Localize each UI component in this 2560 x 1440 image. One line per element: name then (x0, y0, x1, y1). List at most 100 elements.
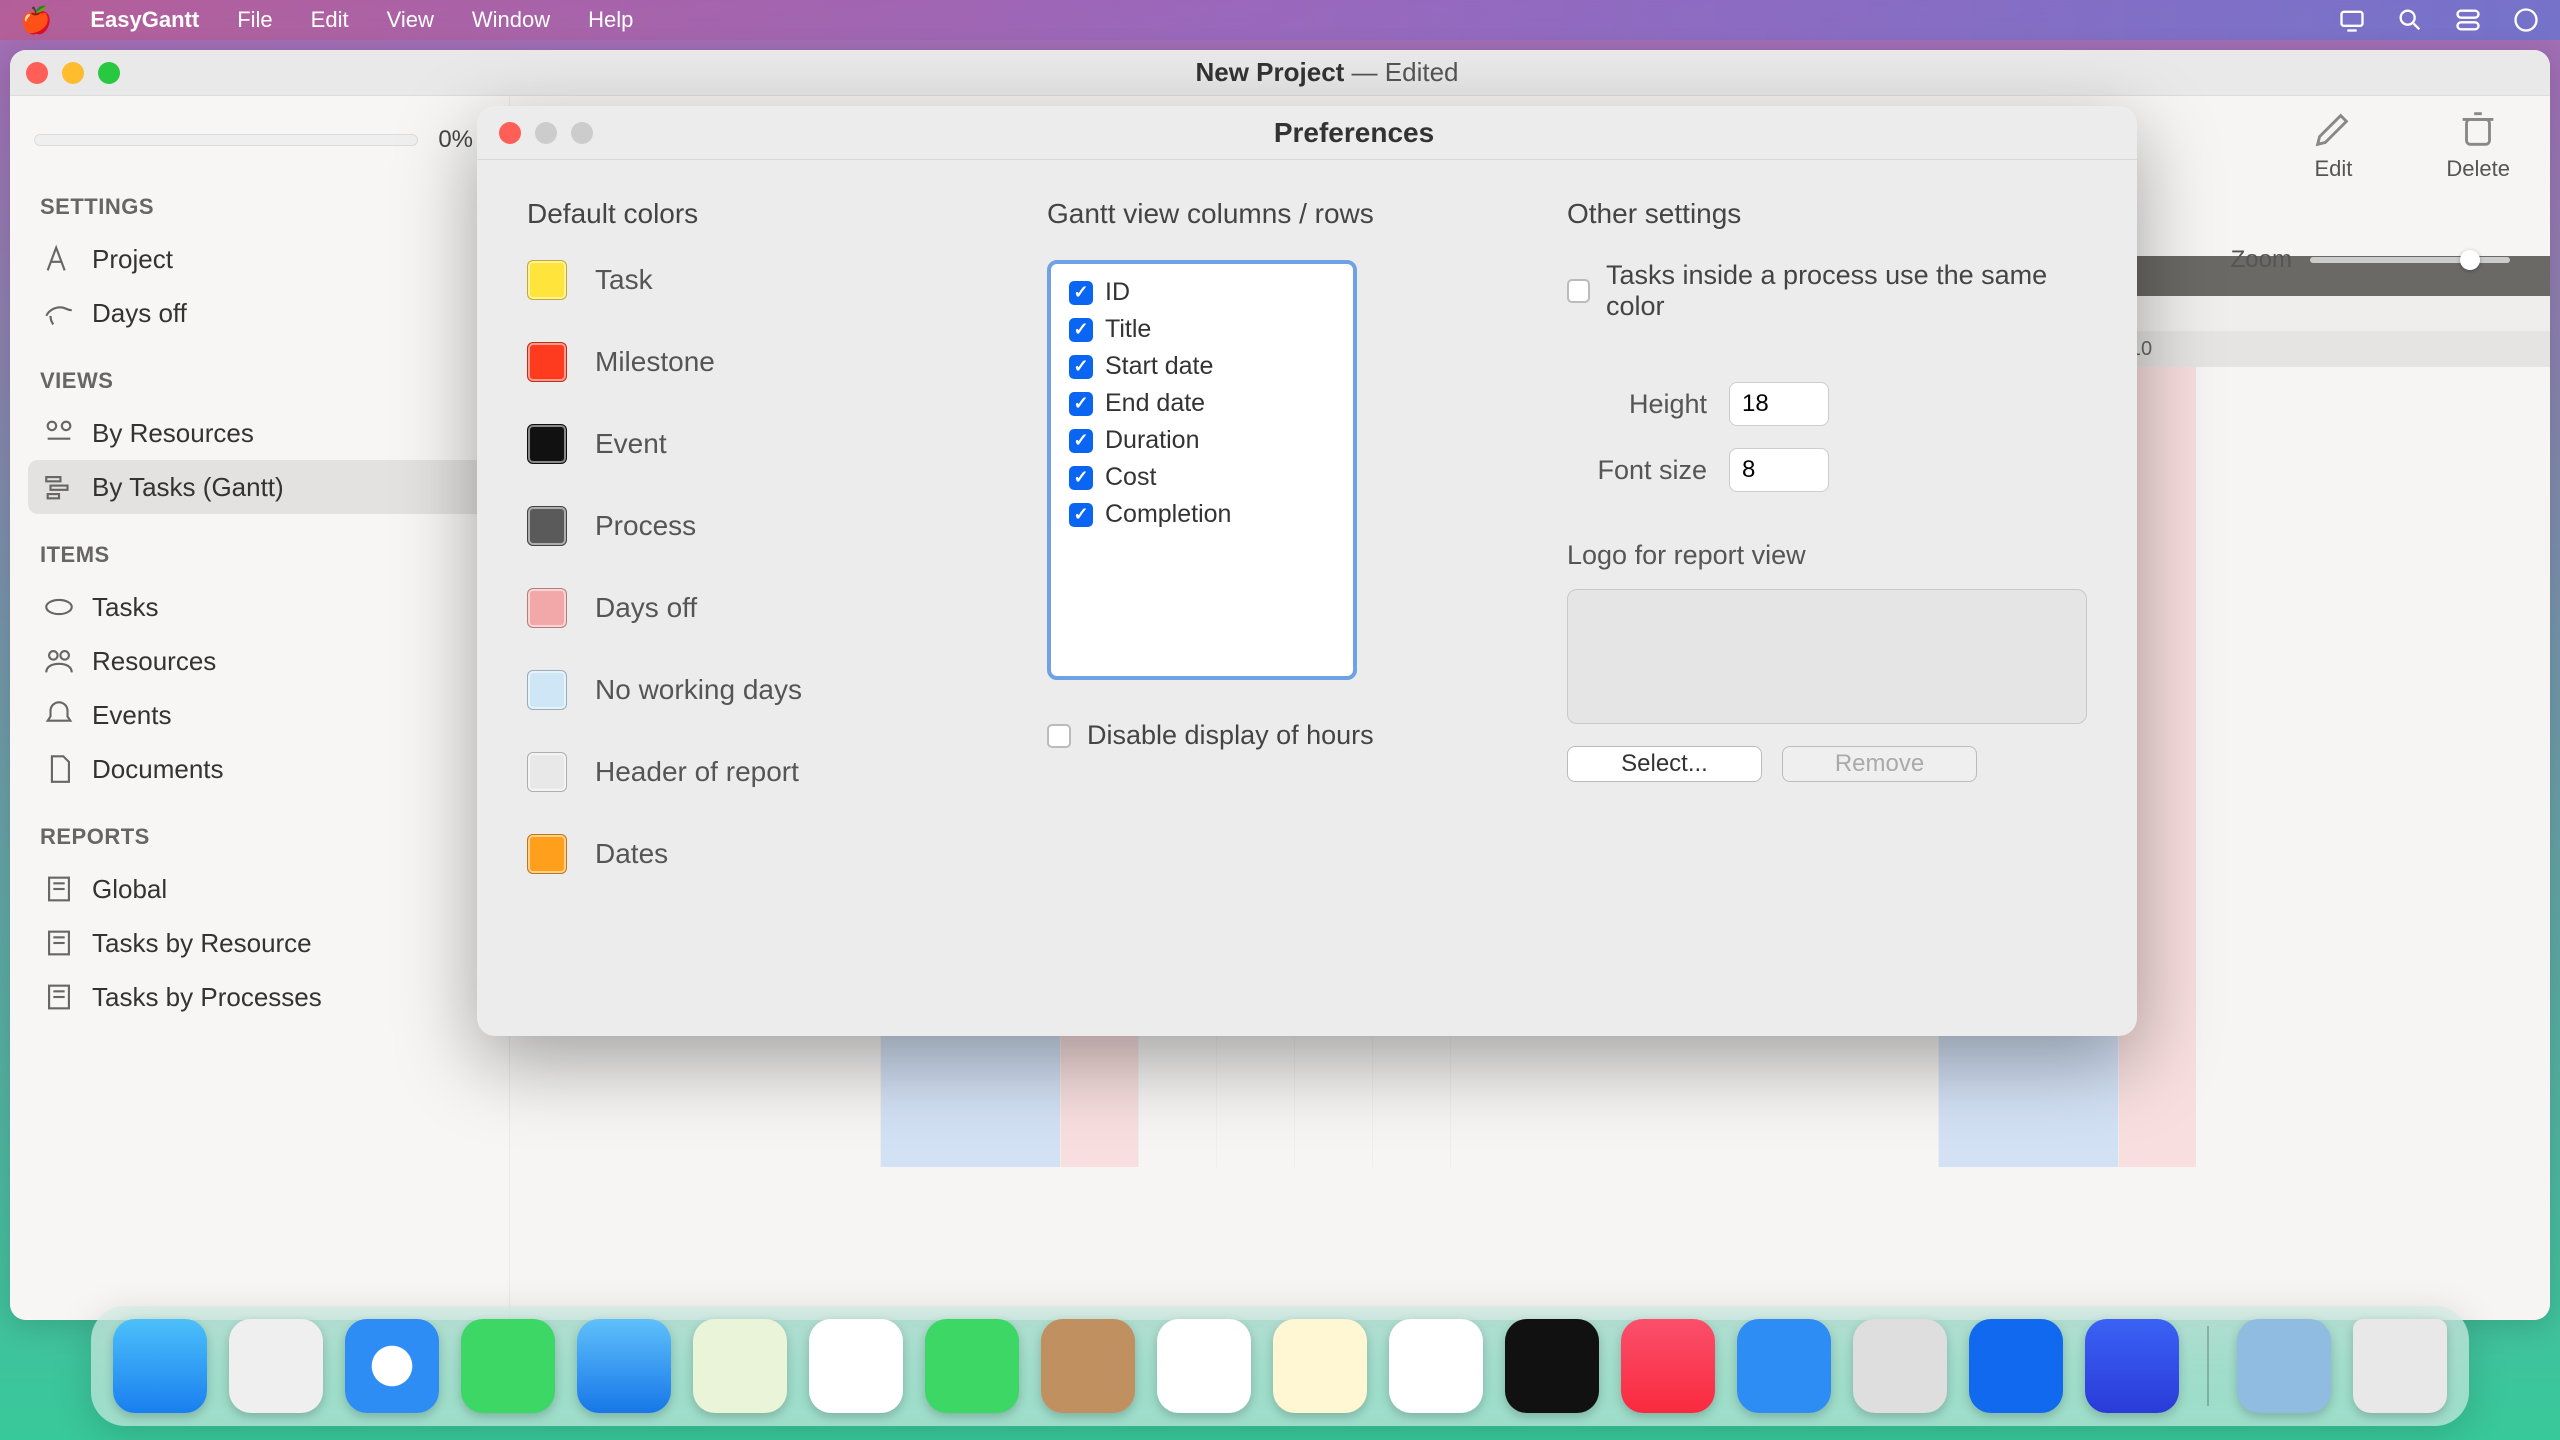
dock-reminders[interactable] (1157, 1319, 1251, 1413)
sidebar-item-label: Project (92, 244, 173, 275)
spotlight-icon[interactable] (2396, 6, 2424, 34)
sidebar-item-tasks-by-resource[interactable]: Tasks by Resource (28, 916, 491, 970)
checkbox-label: Disable display of hours (1087, 720, 1374, 751)
menu-view[interactable]: View (387, 7, 434, 33)
sidebar: 0% SETTINGS Project Days off VIEWS By Re… (10, 96, 510, 1320)
sidebar-item-tasks[interactable]: Tasks (28, 580, 491, 634)
prefs-close-button[interactable] (499, 122, 521, 144)
checkbox-completion[interactable]: ✓ (1069, 503, 1093, 527)
dock-freeform[interactable] (1389, 1319, 1483, 1413)
sidebar-item-label: Tasks by Resource (92, 928, 312, 959)
color-swatch-task[interactable] (527, 260, 567, 300)
progress-percent: 0% (438, 126, 473, 154)
color-label: Header of report (595, 756, 799, 788)
dock-separator (2207, 1326, 2209, 1406)
menu-edit[interactable]: Edit (311, 7, 349, 33)
sidebar-item-project[interactable]: Project (28, 232, 491, 286)
height-input[interactable]: 18 (1729, 382, 1829, 426)
dock-notes[interactable] (1273, 1319, 1367, 1413)
siri-icon[interactable] (2512, 6, 2540, 34)
sidebar-item-label: Resources (92, 646, 216, 677)
report-icon (42, 980, 76, 1014)
dock-photos[interactable] (809, 1319, 903, 1413)
checkbox-cost[interactable]: ✓ (1069, 466, 1093, 490)
color-swatch-process[interactable] (527, 506, 567, 546)
sidebar-item-days-off[interactable]: Days off (28, 286, 491, 340)
window-close-button[interactable] (26, 62, 48, 84)
checkbox-duration[interactable]: ✓ (1069, 429, 1093, 453)
checkbox-end-date[interactable]: ✓ (1069, 392, 1093, 416)
sidebar-item-global[interactable]: Global (28, 862, 491, 916)
checkbox-tasks-same-color[interactable] (1567, 279, 1590, 303)
logo-label: Logo for report view (1567, 540, 2087, 571)
dock-finder[interactable] (113, 1319, 207, 1413)
dock-mail[interactable] (577, 1319, 671, 1413)
sidebar-item-resources[interactable]: Resources (28, 634, 491, 688)
edit-button[interactable]: Edit (2310, 106, 2356, 182)
color-swatch-dates[interactable] (527, 834, 567, 874)
dock-easygantt[interactable] (2085, 1319, 2179, 1413)
dock-settings[interactable] (1853, 1319, 1947, 1413)
sidebar-heading-views: VIEWS (40, 368, 491, 394)
zoom-slider[interactable] (2310, 257, 2510, 263)
sidebar-item-label: Days off (92, 298, 187, 329)
dock-appstore[interactable] (1737, 1319, 1831, 1413)
checkbox-start-date[interactable]: ✓ (1069, 355, 1093, 379)
sidebar-item-tasks-by-processes[interactable]: Tasks by Processes (28, 970, 491, 1024)
color-swatch-no-working-days[interactable] (527, 670, 567, 710)
sidebar-item-label: Tasks by Processes (92, 982, 322, 1013)
color-swatch-days-off[interactable] (527, 588, 567, 628)
apple-menu-icon[interactable]: 🍎 (20, 5, 52, 36)
dock (91, 1306, 2469, 1426)
tasks-icon (42, 590, 76, 624)
gantt-columns-title: Gantt view columns / rows (1047, 198, 1507, 230)
window-zoom-button[interactable] (98, 62, 120, 84)
window-minimize-button[interactable] (62, 62, 84, 84)
fontsize-input[interactable]: 8 (1729, 448, 1829, 492)
sidebar-item-label: By Tasks (Gantt) (92, 472, 284, 503)
checkbox-label: Start date (1105, 352, 1213, 381)
checkbox-disable-hours[interactable] (1047, 724, 1071, 748)
dock-trash[interactable] (2353, 1319, 2447, 1413)
sidebar-item-by-resources[interactable]: By Resources (28, 406, 491, 460)
delete-button[interactable]: Delete (2446, 106, 2510, 182)
dock-keynote[interactable] (1969, 1319, 2063, 1413)
color-label: Event (595, 428, 667, 460)
checkbox-title[interactable]: ✓ (1069, 318, 1093, 342)
preferences-window: Preferences Default colors Task Mileston… (477, 106, 2137, 1036)
menu-window[interactable]: Window (472, 7, 550, 33)
menubar-app-name[interactable]: EasyGantt (90, 7, 199, 33)
checkbox-label: ID (1105, 278, 1130, 307)
logo-dropzone[interactable] (1567, 589, 2087, 724)
color-swatch-milestone[interactable] (527, 342, 567, 382)
color-swatch-header-of-report[interactable] (527, 752, 567, 792)
checkbox-id[interactable]: ✓ (1069, 281, 1093, 305)
sidebar-item-by-tasks-gantt[interactable]: By Tasks (Gantt) (28, 460, 491, 514)
menu-file[interactable]: File (237, 7, 272, 33)
dock-contacts[interactable] (1041, 1319, 1135, 1413)
dock-facetime[interactable] (925, 1319, 1019, 1413)
dock-downloads[interactable] (2237, 1319, 2331, 1413)
menu-help[interactable]: Help (588, 7, 633, 33)
sidebar-heading-reports: REPORTS (40, 824, 491, 850)
dock-tv[interactable] (1505, 1319, 1599, 1413)
dock-launchpad[interactable] (229, 1319, 323, 1413)
screen-record-icon[interactable] (2338, 6, 2366, 34)
select-logo-button[interactable]: Select... (1567, 746, 1762, 782)
columns-listbox[interactable]: ✓ID ✓Title ✓Start date ✓End date ✓Durati… (1047, 260, 1357, 680)
default-colors-section: Default colors Task Milestone Event Proc… (527, 198, 987, 916)
prefs-zoom-button (571, 122, 593, 144)
fontsize-label: Font size (1567, 455, 1707, 486)
sidebar-item-documents[interactable]: Documents (28, 742, 491, 796)
remove-logo-button: Remove (1782, 746, 1977, 782)
control-center-icon[interactable] (2454, 6, 2482, 34)
dock-music[interactable] (1621, 1319, 1715, 1413)
color-swatch-event[interactable] (527, 424, 567, 464)
sidebar-item-label: Events (92, 700, 172, 731)
dock-safari[interactable] (345, 1319, 439, 1413)
dock-messages[interactable] (461, 1319, 555, 1413)
sidebar-item-events[interactable]: Events (28, 688, 491, 742)
dock-maps[interactable] (693, 1319, 787, 1413)
checkbox-label: Cost (1105, 463, 1156, 492)
days-off-icon (42, 296, 76, 330)
